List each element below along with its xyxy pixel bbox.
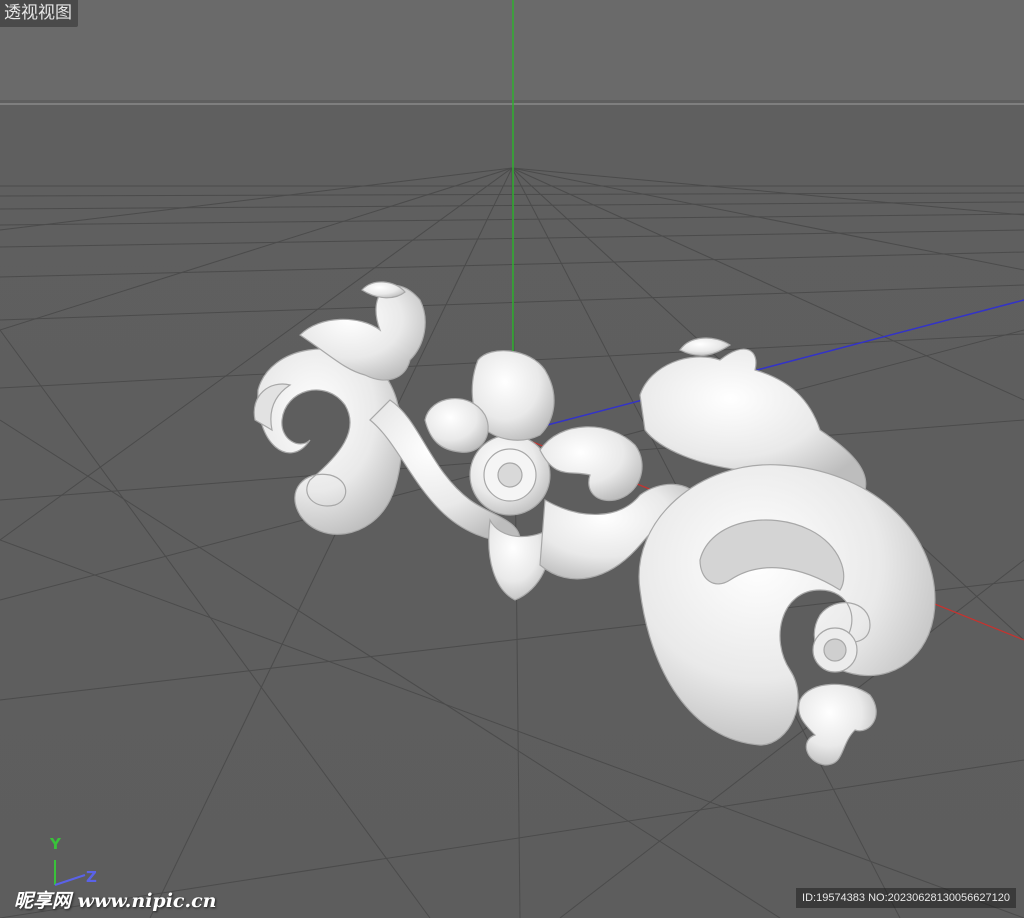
site-watermark: 昵享网 www.nipic.cn xyxy=(14,890,217,912)
perspective-viewport[interactable]: 透视视图 Y Z 昵享网 www.nipic.cn ID:19574383 NO… xyxy=(0,0,1024,918)
viewport-scene[interactable] xyxy=(0,0,1024,918)
ornament-model[interactable] xyxy=(253,281,936,766)
gizmo-y-label: Y xyxy=(50,835,61,853)
gizmo-z-arrow xyxy=(54,874,86,886)
view-name-label[interactable]: 透视视图 xyxy=(0,0,78,27)
image-id-label: ID:19574383 NO:20230628130056627120 xyxy=(796,888,1016,908)
gizmo-z-label: Z xyxy=(86,868,97,886)
